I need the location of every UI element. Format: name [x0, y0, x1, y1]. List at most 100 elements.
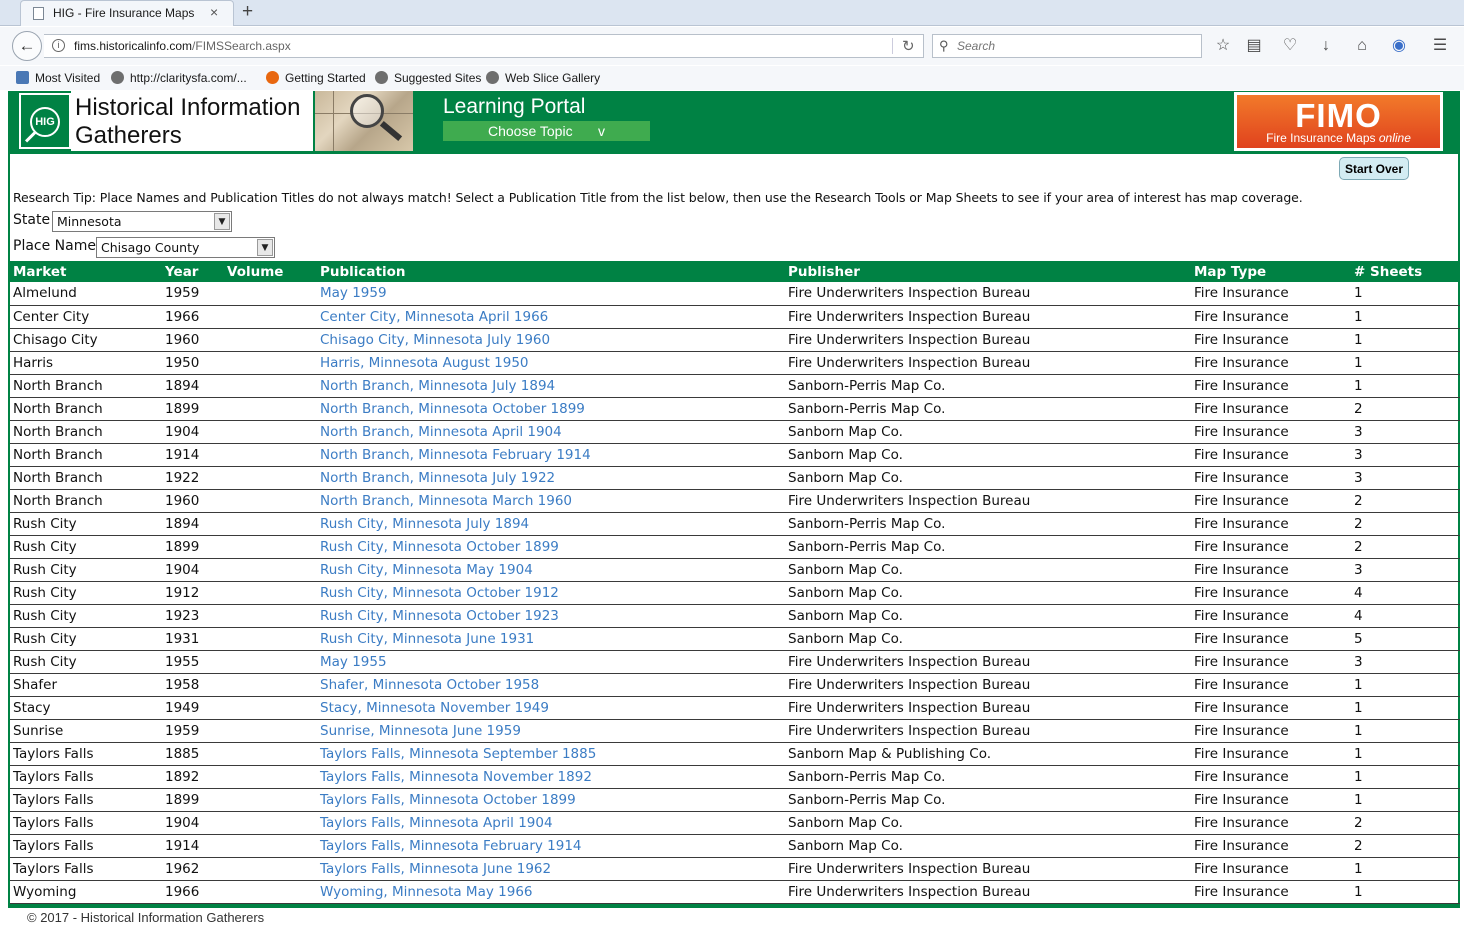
bookmark-getting-started[interactable]: Getting Started	[266, 71, 366, 85]
publication-link[interactable]: Shafer, Minnesota October 1958	[317, 673, 785, 697]
cell-market: Chisago City	[10, 328, 162, 352]
publication-link[interactable]: North Branch, Minnesota July 1894	[317, 374, 785, 398]
bookmark-claritysfa[interactable]: http://claritysfa.com/...	[111, 71, 247, 85]
cell-year: 1950	[162, 351, 224, 375]
publication-link[interactable]: North Branch, Minnesota April 1904	[317, 420, 785, 444]
globe-icon	[486, 71, 499, 84]
cell-sheets: 1	[1351, 880, 1460, 904]
fimo-logo-link[interactable]: FIMO Fire Insurance Maps online	[1234, 92, 1443, 151]
publication-link[interactable]: Taylors Falls, Minnesota November 1892	[317, 765, 785, 789]
publication-link[interactable]: Taylors Falls, Minnesota February 1914	[317, 834, 785, 858]
cell-year: 1931	[162, 627, 224, 651]
star-icon[interactable]: ☆	[1212, 35, 1234, 57]
publication-link[interactable]: Rush City, Minnesota July 1894	[317, 512, 785, 536]
publication-link[interactable]: Wyoming, Minnesota May 1966	[317, 880, 785, 904]
cell-year: 1892	[162, 765, 224, 789]
cell-year: 1904	[162, 811, 224, 835]
publication-link[interactable]: Center City, Minnesota April 1966	[317, 305, 785, 329]
cell-market: North Branch	[10, 489, 162, 513]
cell-volume	[224, 374, 317, 398]
url-bar[interactable]: i fims.historicalinfo.com/FIMSSearch.asp…	[44, 34, 924, 58]
bookmark-web-slice-gallery[interactable]: Web Slice Gallery	[486, 71, 600, 85]
table-row: North Branch 1904 North Branch, Minnesota …	[10, 420, 1460, 444]
reading-list-icon[interactable]: ▤	[1243, 35, 1265, 57]
browser-search-input[interactable]	[957, 38, 1187, 54]
publication-link[interactable]: May 1959	[317, 282, 785, 306]
cell-volume	[224, 397, 317, 421]
bookmark-most-visited[interactable]: Most Visited	[16, 71, 100, 85]
dropdown-arrow-icon[interactable]: ▼	[214, 213, 230, 230]
publication-link[interactable]: North Branch, Minnesota July 1922	[317, 466, 785, 490]
cell-market: North Branch	[10, 374, 162, 398]
publication-link[interactable]: Rush City, Minnesota May 1904	[317, 558, 785, 582]
choose-topic-button[interactable]: Choose Topic v	[443, 121, 650, 141]
cell-year: 1899	[162, 788, 224, 812]
footer-copyright: © 2017 - Historical Information Gatherer…	[27, 910, 265, 925]
cell-map-type: Fire Insurance	[1191, 765, 1351, 789]
cell-market: North Branch	[10, 466, 162, 490]
cell-map-type: Fire Insurance	[1191, 558, 1351, 582]
start-over-button[interactable]: Start Over	[1339, 157, 1409, 180]
publication-link[interactable]: Rush City, Minnesota October 1923	[317, 604, 785, 628]
reload-icon[interactable]: ↻	[902, 37, 915, 55]
search-icon: ⚲	[939, 38, 949, 53]
cell-map-type: Fire Insurance	[1191, 535, 1351, 559]
pocket-icon[interactable]: ♡	[1279, 35, 1301, 57]
cell-volume	[224, 788, 317, 812]
publication-link[interactable]: North Branch, Minnesota March 1960	[317, 489, 785, 513]
table-row: Taylors Falls 1885 Taylors Falls, Minnesot…	[10, 742, 1460, 766]
publication-link[interactable]: Rush City, Minnesota October 1899	[317, 535, 785, 559]
state-select[interactable]: Minnesota ▼	[52, 211, 232, 232]
site-info-icon[interactable]: i	[52, 39, 65, 52]
cell-map-type: Fire Insurance	[1191, 788, 1351, 812]
hamburger-menu-icon[interactable]: ☰	[1429, 35, 1451, 57]
home-icon[interactable]: ⌂	[1351, 35, 1373, 57]
bookmarks-bar: Most Visited http://claritysfa.com/... G…	[0, 66, 1464, 90]
cell-sheets: 2	[1351, 489, 1460, 513]
hig-logo[interactable]: HIG	[19, 93, 71, 149]
publication-link[interactable]: Taylors Falls, Minnesota September 1885	[317, 742, 785, 766]
publication-link[interactable]: Stacy, Minnesota November 1949	[317, 696, 785, 720]
browser-tab[interactable]: HIG - Fire Insurance Maps ×	[20, 0, 234, 26]
column-header-map-type: Map Type	[1194, 263, 1267, 280]
map-magnifier-image	[315, 91, 413, 151]
publication-link[interactable]: Rush City, Minnesota October 1912	[317, 581, 785, 605]
dropdown-arrow-icon[interactable]: ▼	[257, 239, 273, 256]
chevron-down-icon: v	[598, 123, 605, 139]
download-icon[interactable]: ↓	[1315, 35, 1337, 57]
cell-publisher: Sanborn-Perris Map Co.	[785, 512, 1191, 536]
publication-link[interactable]: Taylors Falls, Minnesota June 1962	[317, 857, 785, 881]
publication-link[interactable]: Taylors Falls, Minnesota April 1904	[317, 811, 785, 835]
cell-map-type: Fire Insurance	[1191, 466, 1351, 490]
back-arrow-icon[interactable]: ←	[12, 31, 42, 61]
publication-link[interactable]: Taylors Falls, Minnesota October 1899	[317, 788, 785, 812]
cell-publisher: Sanborn Map Co.	[785, 443, 1191, 467]
globe-icon	[375, 71, 388, 84]
publication-link[interactable]: Rush City, Minnesota June 1931	[317, 627, 785, 651]
cell-publisher: Sanborn Map Co.	[785, 420, 1191, 444]
addon-icon[interactable]: ◉	[1388, 35, 1410, 57]
table-row: Harris 1950 Harris, Minnesota August 1950 F…	[10, 351, 1460, 375]
cell-publisher: Sanborn Map Co.	[785, 811, 1191, 835]
publication-link[interactable]: North Branch, Minnesota February 1914	[317, 443, 785, 467]
publication-link[interactable]: Sunrise, Minnesota June 1959	[317, 719, 785, 743]
cell-map-type: Fire Insurance	[1191, 811, 1351, 835]
place-name-select[interactable]: Chisago County ▼	[96, 237, 275, 258]
magnifier-handle	[24, 130, 38, 143]
close-tab-icon[interactable]: ×	[210, 4, 218, 20]
publication-link[interactable]: North Branch, Minnesota October 1899	[317, 397, 785, 421]
browser-search-bar[interactable]: ⚲	[932, 34, 1202, 58]
publication-link[interactable]: May 1955	[317, 650, 785, 674]
cell-map-type: Fire Insurance	[1191, 420, 1351, 444]
url-path: /FIMSSearch.aspx	[192, 39, 291, 53]
url-text[interactable]: fims.historicalinfo.com/FIMSSearch.aspx	[74, 39, 291, 53]
cell-year: 1949	[162, 696, 224, 720]
bookmark-suggested-sites[interactable]: Suggested Sites	[375, 71, 481, 85]
results-table-body: Almelund 1959 May 1959 Fire Underwriters In…	[10, 282, 1460, 904]
publication-link[interactable]: Chisago City, Minnesota July 1960	[317, 328, 785, 352]
table-row: North Branch 1922 North Branch, Minnesota …	[10, 466, 1460, 490]
new-tab-button[interactable]: +	[242, 1, 253, 23]
publication-link[interactable]: Harris, Minnesota August 1950	[317, 351, 785, 375]
cell-map-type: Fire Insurance	[1191, 351, 1351, 375]
cell-publisher: Fire Underwriters Inspection Bureau	[785, 696, 1191, 720]
